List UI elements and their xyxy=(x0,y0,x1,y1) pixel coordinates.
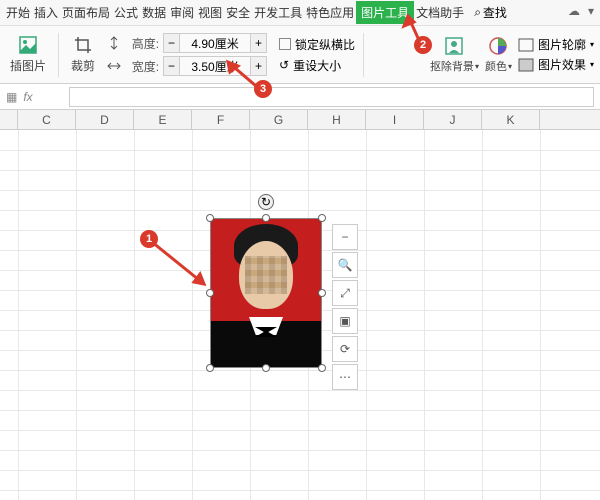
menu-special[interactable]: 特色应用 xyxy=(304,2,356,23)
float-rotate[interactable]: ⟳ xyxy=(332,336,358,362)
dropdown-icon: ▾ xyxy=(508,62,512,71)
dropdown-icon: ▾ xyxy=(590,60,594,69)
insert-picture-label: 插图片 xyxy=(10,57,46,74)
dropdown-icon: ▾ xyxy=(475,62,479,71)
resize-handle-r[interactable] xyxy=(318,289,326,297)
selected-picture[interactable]: ↻ xyxy=(210,218,322,368)
float-zoom-out[interactable]: − xyxy=(332,224,358,250)
find-label: 查找 xyxy=(483,4,507,21)
picture-floating-toolbar: − 🔍 ⤢ ▣ ⟳ ⋯ xyxy=(332,224,358,390)
cloud-sync-icon[interactable]: ☁ xyxy=(568,4,580,18)
id-photo xyxy=(210,218,322,368)
menu-data[interactable]: 数据 xyxy=(140,2,168,23)
annotation-2-arrow xyxy=(400,10,430,40)
formula-input[interactable] xyxy=(69,87,594,107)
search-icon: ⌕ xyxy=(474,5,481,20)
remove-background-button[interactable]: 抠除背景▾ xyxy=(430,35,479,74)
checkbox-icon xyxy=(279,38,291,50)
insert-picture-button[interactable]: 插图片 xyxy=(6,33,50,76)
menu-insert[interactable]: 插入 xyxy=(32,2,60,23)
float-zoom-in[interactable]: 🔍 xyxy=(332,252,358,278)
width-icon xyxy=(107,59,121,73)
reset-size-button[interactable]: ↺ 重设大小 xyxy=(279,57,355,74)
name-box-icon[interactable]: ▦ xyxy=(6,90,17,104)
height-increment[interactable]: + xyxy=(250,34,266,52)
lock-aspect-checkbox[interactable]: 锁定纵横比 xyxy=(279,36,355,53)
height-value[interactable]: 4.90厘米 xyxy=(180,35,250,52)
resize-handle-br[interactable] xyxy=(318,364,326,372)
resize-handle-bl[interactable] xyxy=(206,364,214,372)
crop-button[interactable]: 裁剪 xyxy=(67,33,99,76)
remove-bg-icon xyxy=(443,35,465,57)
col-header[interactable]: D xyxy=(76,110,134,129)
color-label: 颜色 xyxy=(485,58,507,74)
picture-effects-button[interactable]: 图片效果 ▾ xyxy=(518,56,594,73)
effects-icon xyxy=(518,58,534,72)
ribbon-toolbar: 插图片 裁剪 高度: − 4.90厘米 + 宽度: − 3.50厘米 + xyxy=(0,26,600,84)
column-header-row: C D E F G H I J K xyxy=(0,110,600,130)
col-header[interactable]: C xyxy=(18,110,76,129)
menu-review[interactable]: 审阅 xyxy=(168,2,196,23)
outline-icon xyxy=(518,38,534,52)
menu-bar: 开始 插入 页面布局 公式 数据 审阅 视图 安全 开发工具 特色应用 图片工具… xyxy=(0,0,600,26)
height-decrement[interactable]: − xyxy=(164,34,180,52)
menu-security[interactable]: 安全 xyxy=(224,2,252,23)
resize-handle-tl[interactable] xyxy=(206,214,214,222)
crop-icon xyxy=(73,35,93,55)
col-header[interactable]: K xyxy=(482,110,540,129)
menu-pagelayout[interactable]: 页面布局 xyxy=(60,2,112,23)
reset-size-label: 重设大小 xyxy=(293,57,341,74)
menu-devtools[interactable]: 开发工具 xyxy=(252,2,304,23)
col-header[interactable]: I xyxy=(366,110,424,129)
menu-formula[interactable]: 公式 xyxy=(112,2,140,23)
remove-bg-label: 抠除背景 xyxy=(430,58,474,74)
resize-handle-t[interactable] xyxy=(262,214,270,222)
width-label: 宽度: xyxy=(125,58,159,75)
rotate-handle[interactable]: ↻ xyxy=(258,194,274,210)
picture-icon xyxy=(18,35,38,55)
color-icon xyxy=(487,35,509,57)
rotate-icon: ↻ xyxy=(261,195,271,209)
float-more[interactable]: ⋯ xyxy=(332,364,358,390)
float-crop[interactable]: ▣ xyxy=(332,308,358,334)
height-spinner[interactable]: − 4.90厘米 + xyxy=(163,33,267,53)
crop-label: 裁剪 xyxy=(71,57,95,74)
annotation-3-arrow xyxy=(220,58,260,92)
col-header[interactable]: H xyxy=(308,110,366,129)
col-header[interactable]: E xyxy=(134,110,192,129)
height-label: 高度: xyxy=(125,35,159,52)
reset-icon: ↺ xyxy=(279,58,289,72)
dropdown-icon: ▾ xyxy=(590,40,594,49)
resize-handle-tr[interactable] xyxy=(318,214,326,222)
height-icon xyxy=(107,36,121,50)
chevron-down-icon[interactable]: ▾ xyxy=(588,4,594,18)
menu-view[interactable]: 视图 xyxy=(196,2,224,23)
formula-bar: ▦ fx xyxy=(0,84,600,110)
outline-label: 图片轮廓 xyxy=(538,36,586,53)
annotation-1-arrow xyxy=(148,238,218,298)
float-expand[interactable]: ⤢ xyxy=(332,280,358,306)
col-header[interactable]: J xyxy=(424,110,482,129)
find-button[interactable]: ⌕ 查找 xyxy=(474,4,507,21)
col-header[interactable]: F xyxy=(192,110,250,129)
effects-label: 图片效果 xyxy=(538,56,586,73)
col-header[interactable]: G xyxy=(250,110,308,129)
resize-handle-b[interactable] xyxy=(262,364,270,372)
fx-symbol[interactable]: fx xyxy=(23,90,63,104)
lock-aspect-label: 锁定纵横比 xyxy=(295,36,355,53)
width-decrement[interactable]: − xyxy=(164,57,180,75)
color-button[interactable]: 颜色▾ xyxy=(485,35,512,74)
picture-outline-button[interactable]: 图片轮廓 ▾ xyxy=(518,36,594,53)
menu-start[interactable]: 开始 xyxy=(4,2,32,23)
spreadsheet-grid[interactable]: ↻ − 🔍 ⤢ ▣ ⟳ ⋯ 1 xyxy=(0,130,600,500)
